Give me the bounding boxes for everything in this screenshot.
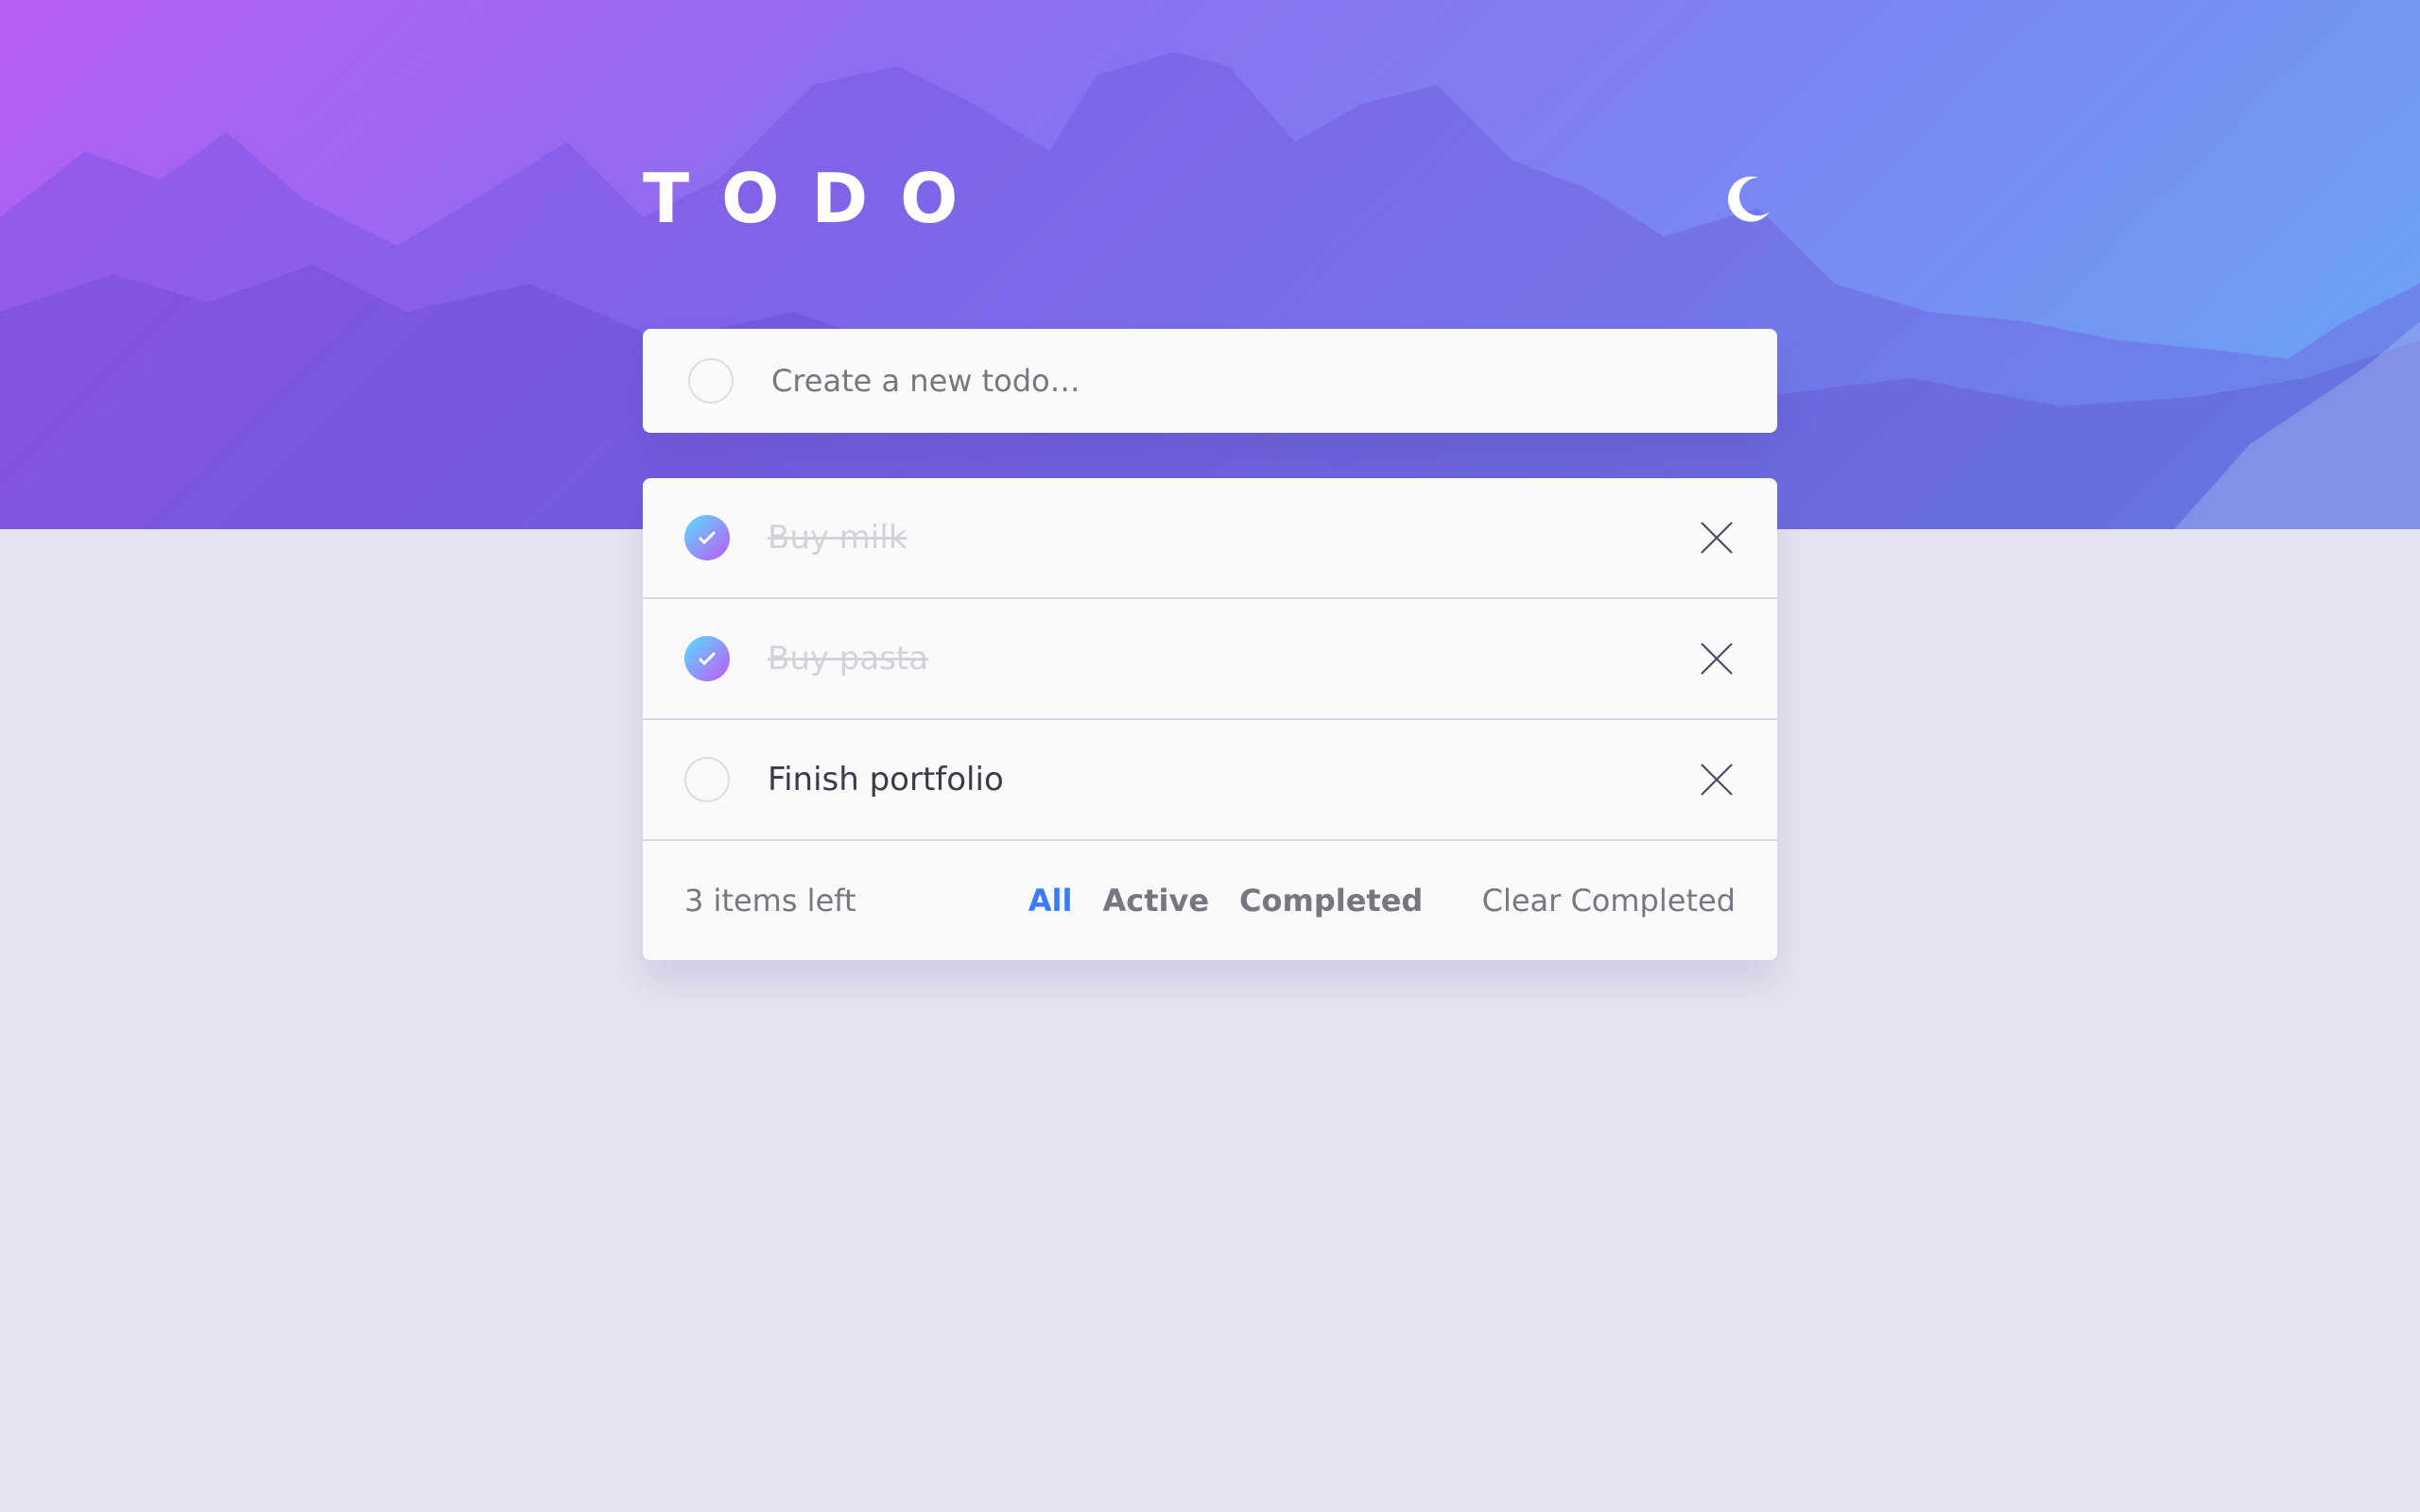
todo-item: Buy milk (643, 478, 1777, 599)
hero-background (0, 0, 2420, 529)
app-header: TODO (643, 161, 1777, 236)
new-todo-card (643, 329, 1777, 433)
items-left-count: 3 items left (684, 883, 856, 919)
filter-tabs: All Active Completed (1028, 883, 1424, 919)
todo-item: Buy pasta (643, 599, 1777, 720)
todo-label: Buy milk (768, 519, 908, 557)
list-footer: 3 items left All Active Completed Clear … (643, 841, 1777, 960)
app-title: TODO (643, 159, 991, 238)
mountain-background-image (0, 52, 2420, 529)
filter-completed[interactable]: Completed (1239, 883, 1423, 919)
close-icon[interactable] (1694, 636, 1739, 681)
todo-label: Finish portfolio (768, 761, 1004, 799)
todo-check-circle[interactable] (684, 636, 730, 681)
moon-icon[interactable] (1720, 170, 1777, 227)
clear-completed-button[interactable]: Clear Completed (1482, 883, 1736, 919)
close-icon[interactable] (1694, 757, 1739, 802)
new-todo-check-circle[interactable] (688, 358, 734, 404)
todo-item: Finish portfolio (643, 720, 1777, 841)
todo-label: Buy pasta (768, 640, 929, 678)
close-icon[interactable] (1694, 515, 1739, 560)
todo-check-circle[interactable] (684, 515, 730, 560)
filter-active[interactable]: Active (1102, 883, 1209, 919)
todo-check-circle[interactable] (684, 757, 730, 802)
check-icon (698, 530, 717, 545)
filter-all[interactable]: All (1028, 883, 1073, 919)
todo-list: Buy milk Buy pasta Finish portfolio 3 it… (643, 478, 1777, 960)
new-todo-input[interactable] (771, 352, 1777, 409)
check-icon (698, 651, 717, 666)
